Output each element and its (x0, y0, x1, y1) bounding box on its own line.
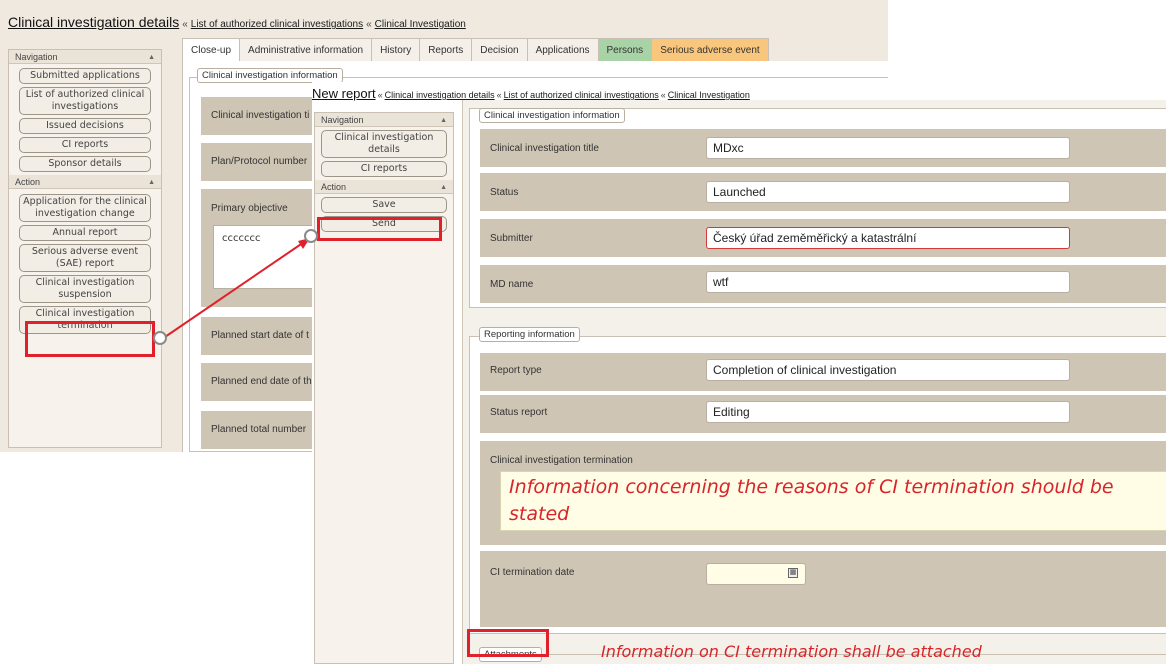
reporting-info-legend: Reporting information (479, 327, 580, 342)
action-ci-termination[interactable]: Clinical investigation termination (19, 306, 151, 334)
tab-persons[interactable]: Persons (597, 38, 652, 62)
tab-bar: Close-up Administrative information Hist… (182, 38, 769, 62)
status-field[interactable]: Launched (706, 181, 1070, 203)
action-header[interactable]: Action ▲ (315, 180, 453, 194)
tab-administrative-information[interactable]: Administrative information (239, 38, 372, 62)
collapse-arrow-icon[interactable]: ▲ (148, 53, 155, 63)
action-application-change[interactable]: Application for the clinical investigati… (19, 194, 151, 222)
tab-close-up[interactable]: Close-up (182, 38, 240, 62)
attachments-note: Information on CI termination shall be a… (601, 642, 982, 661)
nav-ci-reports[interactable]: CI reports (19, 137, 151, 153)
row-status: Status Launched (480, 173, 1166, 211)
md-name-field[interactable]: wtf (706, 271, 1070, 293)
termination-reason-textarea[interactable]: Information concerning the reasons of CI… (500, 471, 1166, 531)
nav-submitted-applications[interactable]: Submitted applications (19, 68, 151, 84)
send-button[interactable]: Send (321, 216, 447, 232)
row-report-type: Report type Completion of clinical inves… (480, 353, 1166, 391)
breadcrumb-separator: « (660, 90, 666, 100)
breadcrumb-separator: « (377, 90, 383, 100)
navigation-header[interactable]: Navigation ▲ (315, 113, 453, 127)
tab-applications[interactable]: Applications (526, 38, 598, 62)
nav-ci-details[interactable]: Clinical investigation details (321, 130, 447, 158)
nav-authorized-list[interactable]: List of authorized clinical investigatio… (19, 87, 151, 115)
save-button[interactable]: Save (321, 197, 447, 213)
front-main: Clinical investigation title MDxc Status… (462, 100, 1166, 664)
collapse-arrow-icon[interactable]: ▲ (440, 116, 447, 126)
section-legend: Clinical investigation information (197, 68, 343, 83)
tab-reports[interactable]: Reports (419, 38, 472, 62)
action-header[interactable]: Action ▲ (9, 175, 161, 189)
tab-serious-adverse-event[interactable]: Serious adverse event (651, 38, 769, 62)
row-ci-title: Clinical investigation title MDxc (480, 129, 1166, 167)
action-sae-report[interactable]: Serious adverse event (SAE) report (19, 244, 151, 272)
tab-history[interactable]: History (371, 38, 420, 62)
ci-info-group: Clinical investigation title MDxc Status… (469, 108, 1166, 308)
collapse-arrow-icon[interactable]: ▲ (440, 183, 447, 193)
front-title-row: New report «Clinical investigation detail… (312, 86, 750, 101)
action-ci-suspension[interactable]: Clinical investigation suspension (19, 275, 151, 303)
report-type-field[interactable]: Completion of clinical investigation (706, 359, 1070, 381)
status-report-field[interactable]: Editing (706, 401, 1070, 423)
calendar-icon[interactable]: ▦ (788, 568, 798, 578)
nav-ci-reports[interactable]: CI reports (321, 161, 447, 177)
reporting-info-group: Report type Completion of clinical inves… (469, 336, 1166, 634)
navigation-header[interactable]: Navigation ▲ (9, 50, 161, 64)
breadcrumb-ci-details[interactable]: Clinical investigation details (385, 90, 495, 100)
breadcrumb-clinical-investigation[interactable]: Clinical Investigation (668, 90, 750, 100)
row-md-name: MD name wtf (480, 265, 1166, 303)
row-ci-termination-date: CI termination date ▦ (480, 551, 1166, 627)
breadcrumb-authorized-list[interactable]: List of authorized clinical investigatio… (191, 19, 363, 30)
back-title-row: Clinical investigation details «List of a… (8, 14, 466, 30)
ci-title-field[interactable]: MDxc (706, 137, 1070, 159)
breadcrumb-separator: « (366, 19, 372, 30)
nav-issued-decisions[interactable]: Issued decisions (19, 118, 151, 134)
row-submitter: Submitter Český úřad zeměměřický a katas… (480, 219, 1166, 257)
submitter-field[interactable]: Český úřad zeměměřický a katastrální (706, 227, 1070, 249)
back-sidebar: Navigation ▲ Submitted applications List … (8, 49, 162, 448)
attachments-legend[interactable]: Attachments (479, 647, 542, 662)
front-sidebar: Navigation ▲ Clinical investigation detai… (314, 112, 454, 664)
row-status-report: Status report Editing (480, 395, 1166, 433)
page-title: Clinical investigation details (8, 14, 180, 30)
breadcrumb-separator: « (182, 19, 188, 30)
row-ci-termination: Clinical investigation termination Infor… (480, 441, 1166, 545)
tab-decision[interactable]: Decision (471, 38, 527, 62)
action-annual-report[interactable]: Annual report (19, 225, 151, 241)
breadcrumb-clinical-investigation[interactable]: Clinical Investigation (375, 19, 466, 30)
front-window: New report «Clinical investigation detail… (312, 82, 1166, 664)
breadcrumb-separator: « (496, 90, 502, 100)
nav-sponsor-details[interactable]: Sponsor details (19, 156, 151, 172)
breadcrumb-authorized-list[interactable]: List of authorized clinical investigatio… (504, 90, 659, 100)
ci-info-legend: Clinical investigation information (479, 108, 625, 123)
collapse-arrow-icon[interactable]: ▲ (148, 178, 155, 188)
page-title: New report (312, 86, 376, 101)
